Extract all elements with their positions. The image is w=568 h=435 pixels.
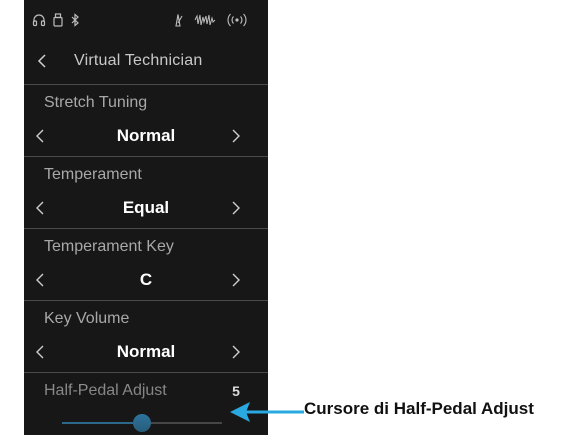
- recorder-icon: [194, 12, 216, 28]
- half-pedal-slider[interactable]: [62, 413, 222, 433]
- setting-value: Normal: [116, 126, 176, 145]
- headphones-icon: [32, 12, 46, 28]
- wireless-icon: [227, 12, 247, 28]
- chevron-left-icon[interactable]: [32, 197, 48, 219]
- chevron-left-icon[interactable]: [32, 341, 48, 363]
- setting-label: Temperament Key: [44, 238, 174, 255]
- setting-value: C: [139, 270, 153, 289]
- menu-header: Virtual Technician: [24, 44, 268, 80]
- slider-thumb[interactable]: [133, 414, 151, 432]
- setting-label: Half-Pedal Adjust: [44, 382, 167, 399]
- page-title: Virtual Technician: [74, 52, 203, 69]
- chevron-right-icon[interactable]: [228, 125, 244, 147]
- setting-temperament-key: Temperament Key C: [24, 229, 268, 301]
- callout-label: Cursore di Half-Pedal Adjust: [304, 399, 534, 418]
- setting-value: Equal: [122, 198, 170, 217]
- setting-label: Key Volume: [44, 310, 130, 327]
- chevron-right-icon[interactable]: [228, 269, 244, 291]
- setting-key-volume: Key Volume Normal: [24, 301, 268, 373]
- manual-illustration: Virtual Technician Stretch Tuning Normal…: [0, 0, 568, 435]
- chevron-right-icon[interactable]: [228, 197, 244, 219]
- status-bar: [24, 0, 268, 40]
- piano-display: Virtual Technician Stretch Tuning Normal…: [24, 0, 268, 435]
- setting-temperament: Temperament Equal: [24, 157, 268, 229]
- chevron-left-icon[interactable]: [36, 52, 48, 70]
- chevron-left-icon[interactable]: [32, 125, 48, 147]
- callout-arrow-icon: [230, 402, 304, 422]
- metronome-icon: [172, 12, 184, 28]
- setting-label: Temperament: [44, 166, 142, 183]
- usb-memory-icon: [52, 12, 64, 28]
- setting-stretch-tuning: Stretch Tuning Normal: [24, 85, 268, 157]
- setting-value: 5: [232, 383, 240, 399]
- slider-fill: [62, 422, 142, 424]
- setting-value: Normal: [116, 342, 176, 361]
- setting-label: Stretch Tuning: [44, 94, 148, 111]
- bluetooth-icon: [70, 12, 80, 28]
- chevron-right-icon[interactable]: [228, 341, 244, 363]
- chevron-left-icon[interactable]: [32, 269, 48, 291]
